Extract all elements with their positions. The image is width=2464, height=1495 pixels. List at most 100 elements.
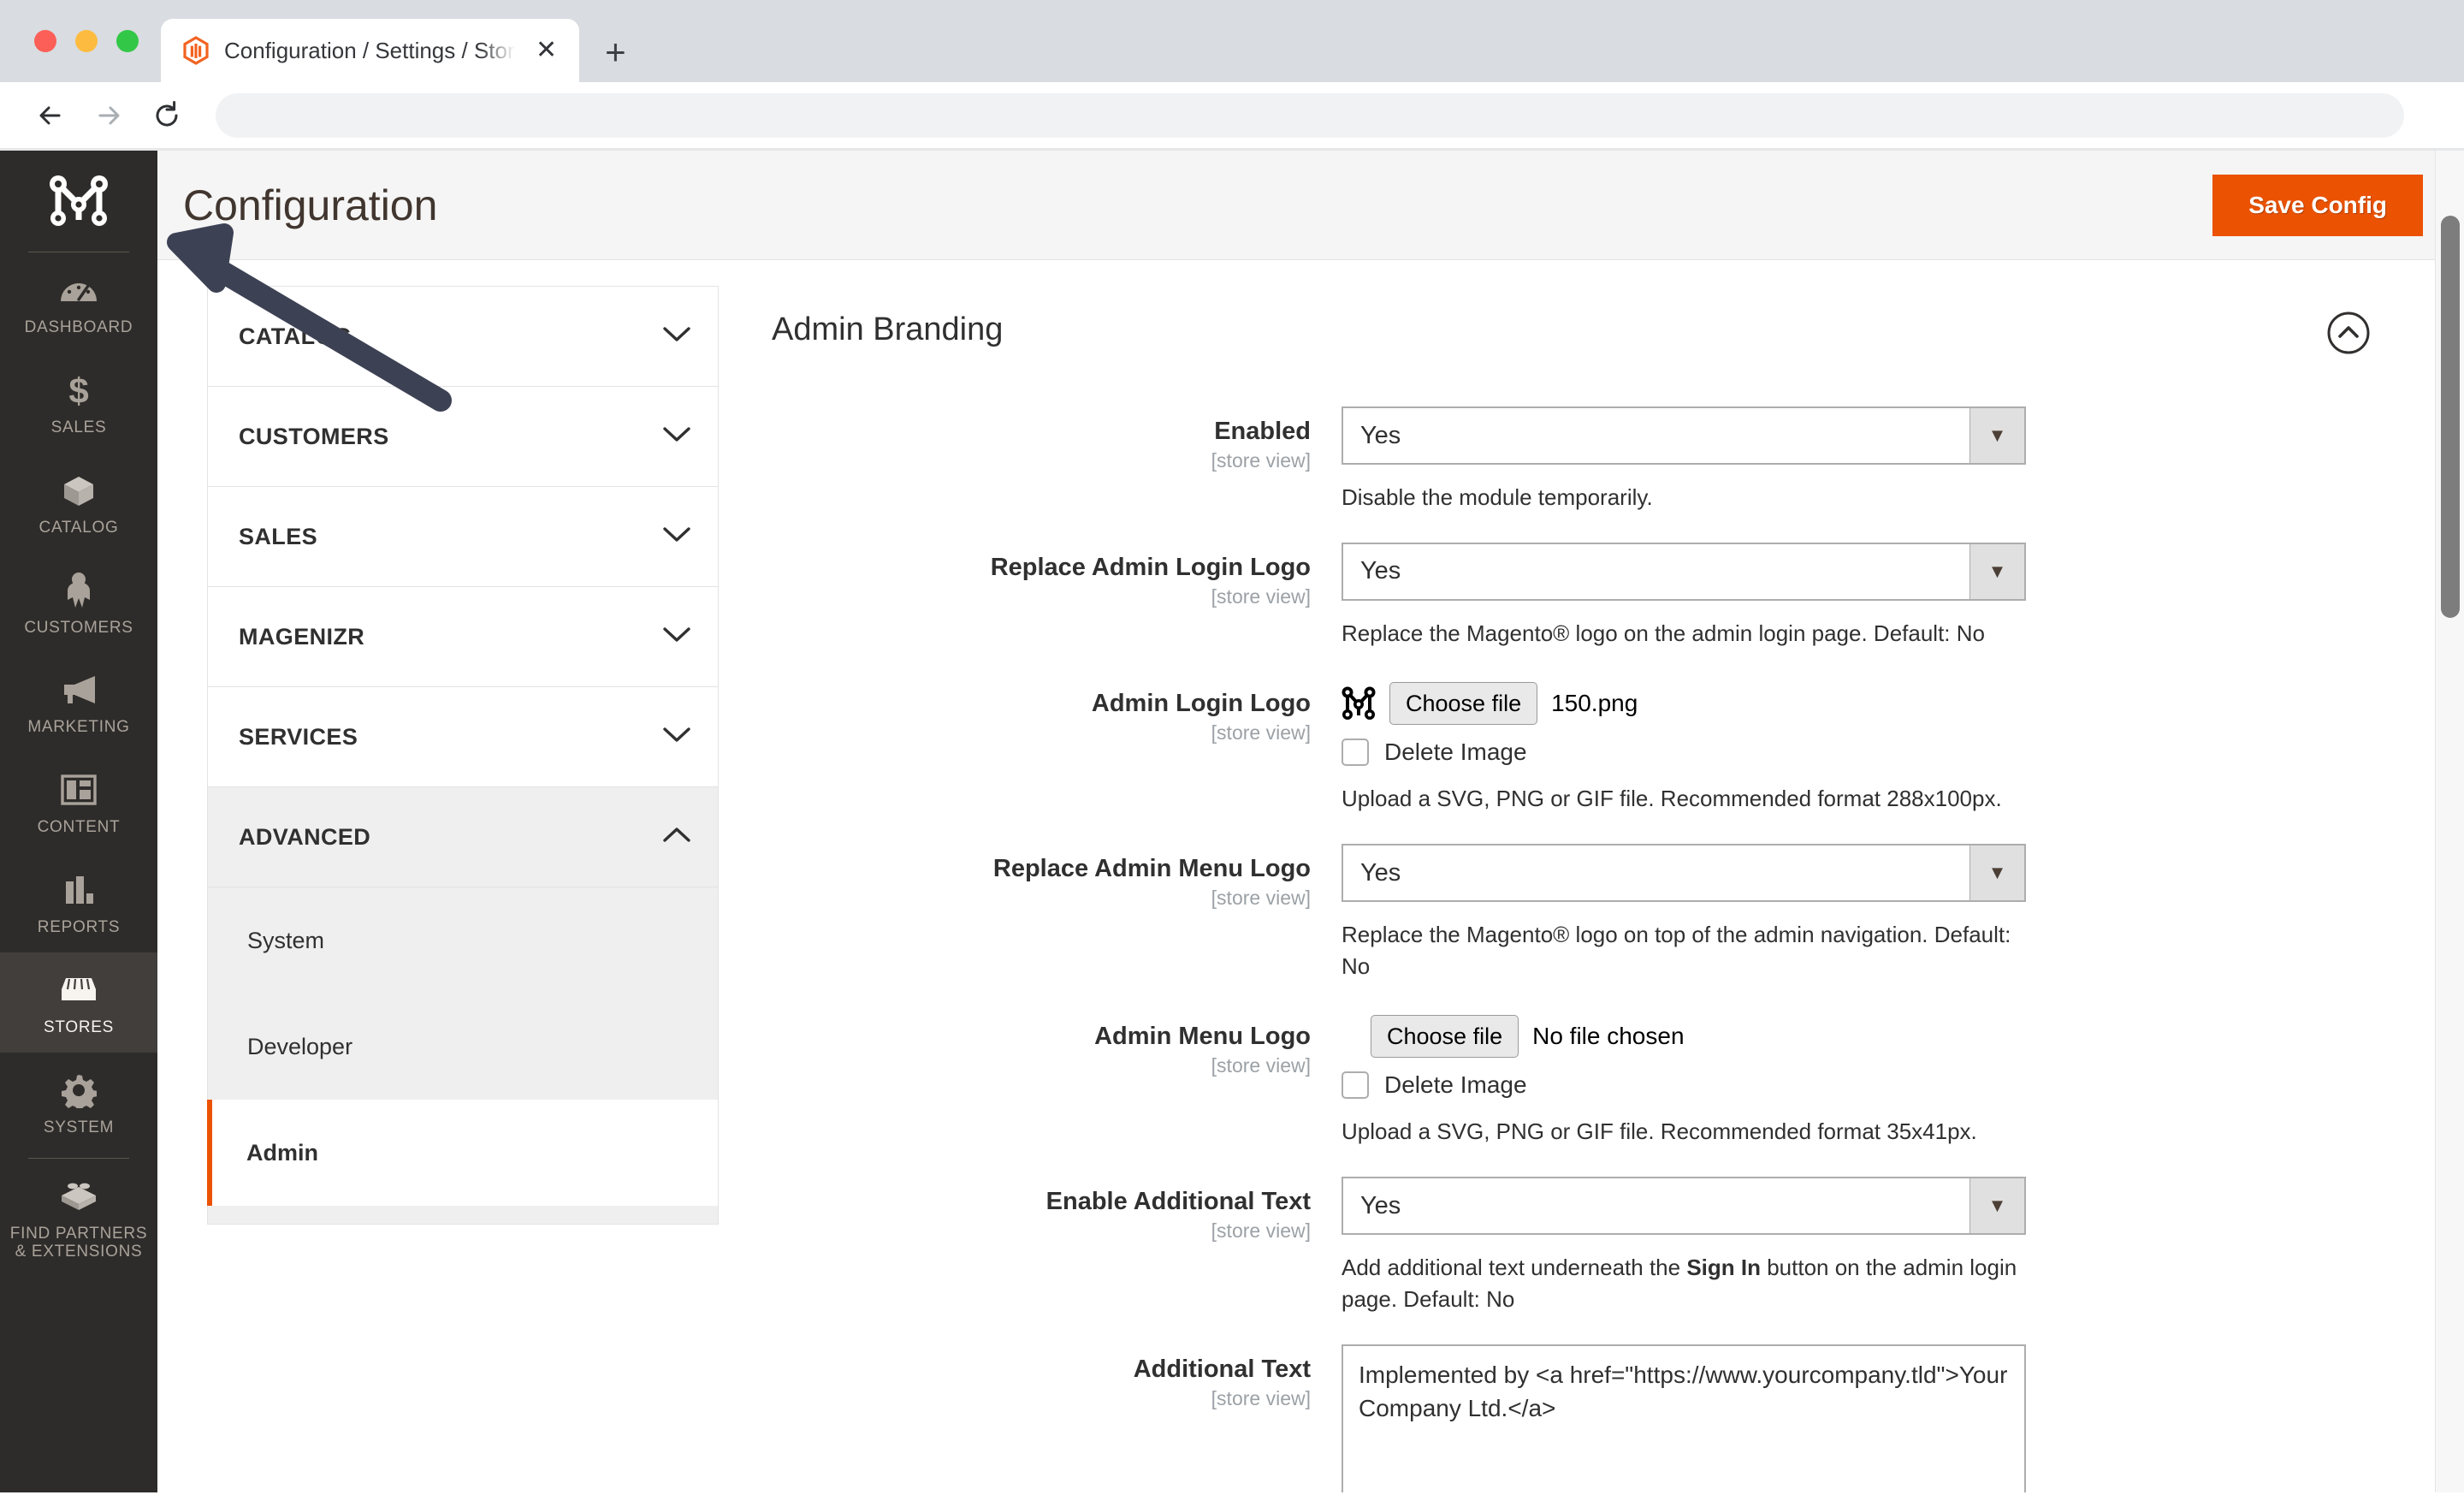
config-section-label: CATALOG bbox=[239, 323, 352, 350]
field-scope-tag: [store view] bbox=[768, 585, 1311, 608]
field-control: Yes ▼ Disable the module temporarily. bbox=[1342, 406, 2387, 513]
config-subitems: System Developer Admin bbox=[208, 887, 718, 1206]
chevron-down-icon bbox=[663, 626, 690, 648]
field-label-text: Additional Text bbox=[768, 1355, 1311, 1384]
config-section-label: SALES bbox=[239, 524, 317, 550]
sidebar-item-sales[interactable]: $ SALES bbox=[0, 353, 157, 453]
sidebar-item-marketing[interactable]: MARKETING bbox=[0, 652, 157, 752]
settings-panel: Admin Branding Enabled [store view] bbox=[719, 286, 2464, 1492]
forward-icon[interactable] bbox=[84, 91, 133, 140]
gear-icon bbox=[56, 1071, 101, 1109]
chevron-down-icon bbox=[663, 727, 690, 748]
page-title: Configuration bbox=[183, 181, 437, 230]
chevron-down-icon bbox=[663, 426, 690, 448]
lego-brick-icon bbox=[56, 1178, 101, 1215]
sidebar-item-dashboard[interactable]: DASHBOARD bbox=[0, 252, 157, 353]
delete-image-checkbox[interactable] bbox=[1342, 1071, 1369, 1099]
enabled-select[interactable]: Yes ▼ bbox=[1342, 406, 2026, 465]
sidebar-label: SALES bbox=[51, 418, 107, 437]
address-bar[interactable] bbox=[216, 93, 2404, 138]
scrollbar-thumb[interactable] bbox=[2441, 216, 2460, 618]
browser-tab[interactable]: Configuration / Settings / Store ✕ bbox=[161, 19, 579, 82]
delete-image-label: Delete Image bbox=[1384, 1071, 1527, 1099]
field-label: Admin Menu Logo [store view] bbox=[768, 1011, 1342, 1148]
layout-icon bbox=[56, 771, 101, 809]
dashboard-gauge-icon bbox=[56, 271, 101, 309]
field-note: Replace the Magento® logo on the admin l… bbox=[1342, 618, 2060, 650]
chevron-down-icon: ▼ bbox=[1969, 1178, 2024, 1233]
field-label-text: Admin Login Logo bbox=[768, 689, 1311, 718]
config-section-header[interactable]: CATALOG bbox=[208, 287, 718, 386]
browser-window: Configuration / Settings / Store ✕ + bbox=[0, 0, 2464, 1495]
new-tab-button[interactable]: + bbox=[579, 34, 649, 82]
sidebar-item-system[interactable]: SYSTEM bbox=[0, 1053, 157, 1153]
sidebar-item-content[interactable]: CONTENT bbox=[0, 752, 157, 852]
field-admin-login-logo: Admin Login Logo [store view] bbox=[768, 679, 2387, 815]
sidebar-label: SYSTEM bbox=[44, 1118, 114, 1137]
config-section-header[interactable]: ADVANCED bbox=[208, 787, 718, 887]
back-icon[interactable] bbox=[26, 91, 75, 140]
choose-file-button[interactable]: Choose file bbox=[1371, 1015, 1519, 1058]
close-window-button[interactable] bbox=[34, 30, 56, 52]
sidebar-label: MARKETING bbox=[27, 718, 129, 737]
sidebar-item-stores[interactable]: STORES bbox=[0, 952, 157, 1053]
sidebar-item-reports[interactable]: REPORTS bbox=[0, 852, 157, 952]
chevron-down-icon: ▼ bbox=[1969, 544, 2024, 599]
config-section-header[interactable]: SERVICES bbox=[208, 687, 718, 786]
choose-file-button[interactable]: Choose file bbox=[1389, 682, 1537, 725]
config-subitem-admin[interactable]: Admin bbox=[207, 1100, 718, 1206]
maximize-window-button[interactable] bbox=[116, 30, 139, 52]
config-subitem-system[interactable]: System bbox=[208, 887, 718, 994]
field-label: Enable Additional Text [store view] bbox=[768, 1177, 1342, 1315]
sidebar-item-catalog[interactable]: CATALOG bbox=[0, 453, 157, 553]
enable-additional-text-select[interactable]: Yes ▼ bbox=[1342, 1177, 2026, 1235]
field-admin-menu-logo: Admin Menu Logo [store view] Choose file… bbox=[768, 1011, 2387, 1148]
reload-icon[interactable] bbox=[142, 91, 192, 140]
field-replace-admin-login-logo: Replace Admin Login Logo [store view] Ye… bbox=[768, 543, 2387, 650]
magento-logo-icon[interactable] bbox=[0, 151, 157, 252]
config-section-customers: CUSTOMERS bbox=[207, 386, 719, 486]
minimize-window-button[interactable] bbox=[75, 30, 98, 52]
config-section-services: SERVICES bbox=[207, 686, 719, 786]
field-label-text: Enable Additional Text bbox=[768, 1187, 1311, 1216]
page-header: Configuration Save Config bbox=[157, 151, 2464, 260]
magento-admin-app: DASHBOARD $ SALES CATALOG CUSTOMERS bbox=[0, 151, 2464, 1492]
config-section-advanced: ADVANCED System Developer Admin bbox=[207, 786, 719, 1206]
select-value: Yes bbox=[1343, 845, 1969, 900]
field-control: Yes ▼ Replace the Magento® logo on top o… bbox=[1342, 844, 2387, 982]
field-label-text: Admin Menu Logo bbox=[768, 1022, 1311, 1051]
chevron-down-icon: ▼ bbox=[1969, 408, 2024, 463]
config-section-header[interactable]: MAGENIZR bbox=[208, 587, 718, 686]
save-config-button[interactable]: Save Config bbox=[2212, 175, 2423, 236]
config-section-header[interactable]: CUSTOMERS bbox=[208, 387, 718, 486]
select-value: Yes bbox=[1343, 408, 1969, 463]
field-control: Choose file No file chosen Delete Image … bbox=[1342, 1011, 2387, 1148]
sidebar-item-customers[interactable]: CUSTOMERS bbox=[0, 553, 157, 653]
config-subitem-developer[interactable]: Developer bbox=[208, 994, 718, 1100]
delete-image-checkbox[interactable] bbox=[1342, 739, 1369, 766]
additional-text-textarea[interactable]: Implemented by <a href="https://www.your… bbox=[1342, 1344, 2026, 1492]
collapse-section-icon[interactable] bbox=[2325, 310, 2372, 356]
file-upload-row: Choose file 150.png bbox=[1342, 679, 2387, 725]
chevron-down-icon bbox=[663, 526, 690, 548]
field-label-text: Replace Admin Menu Logo bbox=[768, 854, 1311, 883]
close-tab-icon[interactable]: ✕ bbox=[529, 34, 564, 67]
person-icon bbox=[56, 572, 101, 609]
config-section-magenizr: MAGENIZR bbox=[207, 586, 719, 686]
field-control: Implemented by <a href="https://www.your… bbox=[1342, 1344, 2387, 1492]
field-replace-admin-menu-logo: Replace Admin Menu Logo [store view] Yes… bbox=[768, 844, 2387, 982]
settings-form: Enabled [store view] Yes ▼ Disable the m… bbox=[768, 406, 2464, 1492]
sidebar-item-find-partners[interactable]: FIND PARTNERS & EXTENSIONS bbox=[0, 1159, 157, 1278]
config-section-header[interactable]: SALES bbox=[208, 487, 718, 586]
config-section-label: MAGENIZR bbox=[239, 624, 364, 650]
page-scrollbar[interactable] bbox=[2435, 151, 2464, 1492]
sidebar-label: DASHBOARD bbox=[25, 318, 133, 337]
field-scope-tag: [store view] bbox=[768, 887, 1311, 910]
field-label-text: Enabled bbox=[768, 417, 1311, 446]
file-upload-row: Choose file No file chosen bbox=[1342, 1011, 2387, 1058]
dollar-icon: $ bbox=[56, 371, 101, 409]
replace-admin-login-logo-select[interactable]: Yes ▼ bbox=[1342, 543, 2026, 601]
sidebar-label: STORES bbox=[44, 1018, 114, 1037]
replace-admin-menu-logo-select[interactable]: Yes ▼ bbox=[1342, 844, 2026, 902]
window-traffic-lights bbox=[26, 0, 161, 82]
